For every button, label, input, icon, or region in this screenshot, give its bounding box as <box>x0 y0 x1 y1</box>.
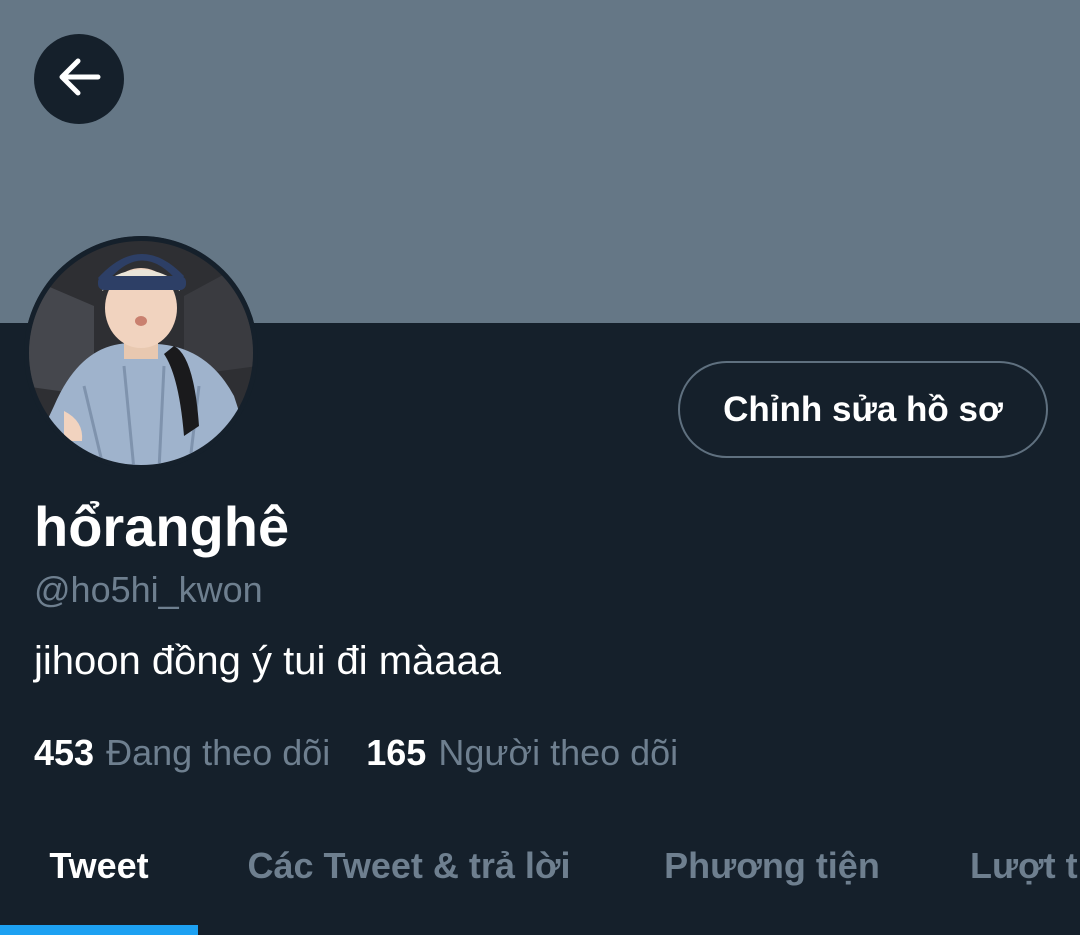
followers-label: Người theo dõi <box>438 732 679 773</box>
tab-media-label: Phương tiện <box>664 844 880 886</box>
edit-profile-button[interactable]: Chỉnh sửa hồ sơ <box>678 361 1048 458</box>
avatar[interactable] <box>24 236 258 470</box>
tab-media[interactable]: Phương tiện <box>620 820 924 935</box>
tab-tweets[interactable]: Tweet <box>0 820 198 935</box>
following-label: Đang theo dõi <box>106 732 331 773</box>
user-handle: @ho5hi_kwon <box>34 569 263 610</box>
followers-stat[interactable]: 165 Người theo dõi <box>366 732 678 774</box>
tab-likes[interactable]: Lượt thích <box>924 820 1080 935</box>
bio-text: jihoon đồng ý tui đi màaaa <box>34 639 501 683</box>
avatar-photo <box>24 236 258 470</box>
active-tab-indicator <box>0 925 198 935</box>
tab-tweets-and-replies[interactable]: Các Tweet & trả lời <box>198 820 620 935</box>
profile-screen: Chỉnh sửa hồ sơ hổranghê @ho5hi_kwon jih… <box>0 0 1080 935</box>
following-stat[interactable]: 453 Đang theo dõi <box>34 732 330 774</box>
tab-tweets-and-replies-label: Các Tweet & trả lời <box>247 844 571 886</box>
profile-tabs: Tweet Các Tweet & trả lời Phương tiện Lư… <box>0 820 1080 935</box>
tab-likes-label: Lượt thích <box>970 844 1080 886</box>
following-count: 453 <box>34 732 95 773</box>
tab-tweets-label: Tweet <box>49 844 149 886</box>
followers-count: 165 <box>366 732 427 773</box>
back-button[interactable] <box>34 34 124 124</box>
profile-stats: 453 Đang theo dõi 165 Người theo dõi <box>34 732 678 778</box>
arrow-left-icon <box>54 52 104 107</box>
display-name: hổranghê <box>34 495 290 558</box>
edit-profile-label: Chỉnh sửa hồ sơ <box>723 389 1003 429</box>
